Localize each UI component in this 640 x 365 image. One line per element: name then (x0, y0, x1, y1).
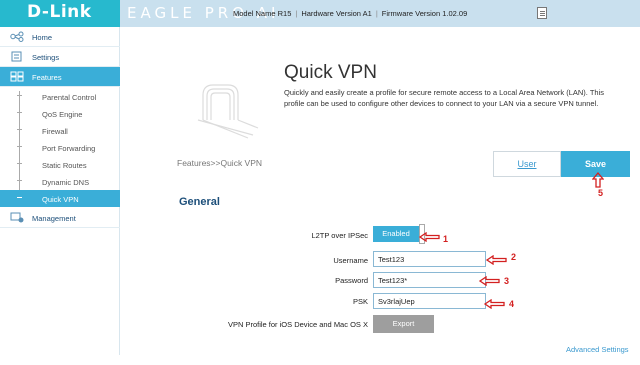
sub-item-label: Quick VPN (42, 195, 79, 204)
sidebar-sub-firewall[interactable]: Firewall (0, 122, 120, 139)
features-icon (10, 71, 24, 82)
logo-box: D-Link (0, 0, 120, 27)
password-label: Password (335, 276, 368, 285)
sidebar-sub-dynamic-dns[interactable]: Dynamic DNS (0, 173, 120, 190)
vpn-profile-label: VPN Profile for iOS Device and Mac OS X (227, 320, 368, 329)
annotation-number-2: 2 (511, 252, 517, 262)
annotation-arrow-4-icon (484, 299, 505, 309)
username-label: Username (333, 256, 368, 265)
hw-label: Hardware Version (301, 9, 361, 18)
model-label: Model Name (233, 9, 276, 18)
export-button[interactable]: Export (373, 315, 434, 333)
sidebar-sub-qos-engine[interactable]: QoS Engine (0, 105, 120, 122)
page-title: Quick VPN (284, 62, 377, 83)
sidebar-item-management[interactable]: Management (0, 208, 120, 228)
sidebar-item-label: Settings (32, 53, 60, 62)
annotation-number-3: 3 (504, 276, 510, 286)
sidebar-item-home[interactable]: Home (0, 27, 120, 47)
sidebar-sub-port-forwarding[interactable]: Port Forwarding (0, 139, 120, 156)
device-info: Model Name R15 | Hardware Version A1 | Firmw… (233, 9, 468, 18)
annotation-number-5: 5 (598, 188, 604, 198)
username-input[interactable]: Test123 (373, 251, 486, 267)
annotation-arrow-5-icon (592, 172, 604, 188)
fw-label: Firmware Version (381, 9, 441, 18)
home-network-icon (10, 31, 24, 42)
sub-item-label: Dynamic DNS (42, 178, 90, 187)
password-input[interactable]: Test123* (373, 272, 486, 288)
document-icon[interactable] (537, 7, 547, 19)
l2tp-toggle[interactable]: Enabled (373, 226, 419, 242)
hw-value: A1 (362, 9, 372, 18)
psk-input[interactable]: Sv3rlajUep (373, 293, 486, 309)
sidebar-item-label: Features (32, 73, 62, 82)
top-bar: D-Link EAGLE PRO AI Model Name R15 | Hardw… (0, 0, 640, 27)
annotation-number-1: 1 (443, 234, 449, 244)
sidebar-item-label: Management (32, 214, 76, 223)
annotation-arrow-3-icon (479, 276, 500, 286)
sidebar-item-label: Home (32, 33, 53, 42)
annotation-arrow-1-icon (419, 232, 440, 242)
annotation-number-4: 4 (509, 299, 515, 309)
user-button[interactable]: User (493, 151, 561, 177)
model-value: R15 (277, 9, 292, 18)
management-icon (10, 212, 24, 223)
page-description: Quickly and easily create a profile for … (284, 88, 604, 108)
sidebar: Home Settings Features Parental Control … (0, 27, 120, 355)
sidebar-sub-quick-vpn[interactable]: Quick VPN (0, 190, 120, 207)
advanced-settings-link[interactable]: Advanced Settings (566, 345, 629, 354)
fw-value: 1.02.09 (442, 9, 468, 18)
sub-item-label: Firewall (42, 127, 68, 136)
dlink-logo: D-Link (27, 2, 92, 22)
sidebar-item-settings[interactable]: Settings (0, 47, 120, 67)
l2tp-label: L2TP over IPSec (311, 231, 368, 240)
section-heading-general: General (179, 196, 220, 208)
sidebar-sub-parental-control[interactable]: Parental Control (0, 88, 120, 105)
sidebar-sub-static-routes[interactable]: Static Routes (0, 156, 120, 173)
breadcrumb: Features>>Quick VPN (177, 158, 263, 168)
sub-item-label: Parental Control (42, 93, 97, 102)
bottom-margin (0, 355, 640, 365)
sub-item-label: Port Forwarding (42, 144, 96, 153)
sub-item-label: QoS Engine (42, 110, 83, 119)
sidebar-item-features[interactable]: Features (0, 67, 120, 87)
annotation-arrow-2-icon (486, 255, 507, 265)
router-admin-page: D-Link EAGLE PRO AI Model Name R15 | Hardw… (0, 0, 640, 365)
psk-label: PSK (352, 297, 368, 306)
sub-item-label: Static Routes (42, 161, 87, 170)
quick-vpn-illustration (197, 84, 259, 139)
settings-icon (11, 51, 22, 62)
